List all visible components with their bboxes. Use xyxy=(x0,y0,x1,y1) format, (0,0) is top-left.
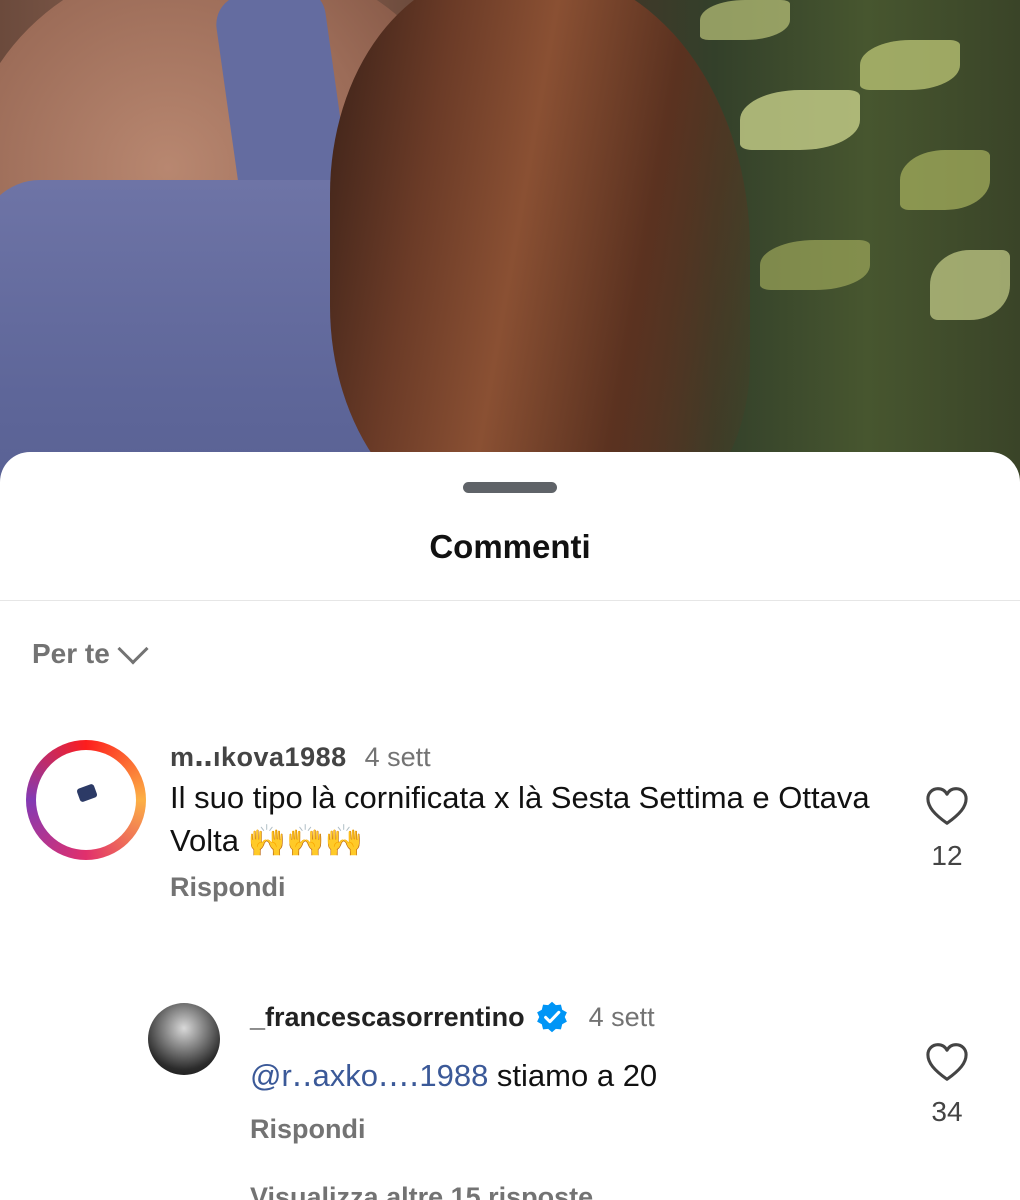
photo-leaf xyxy=(700,0,790,40)
comment-username[interactable]: m‥ıkova1988 xyxy=(170,742,347,773)
comments-sheet: Commenti Per te m‥ıkova1988 4 sett Il su… xyxy=(0,452,1020,1200)
sheet-drag-handle[interactable] xyxy=(463,482,557,493)
comment-time: 4 sett xyxy=(588,1001,655,1032)
photo-leaf xyxy=(860,40,960,90)
chevron-down-icon xyxy=(117,633,149,665)
reply-button[interactable]: Rispondi xyxy=(170,872,286,903)
like-count: 34 xyxy=(931,1096,963,1127)
sheet-title: Commenti xyxy=(429,528,591,565)
post-background-image xyxy=(0,0,1020,500)
reply-comment-item: _francescasorrentino 4 sett @r‥axko‥‥198… xyxy=(0,1000,1020,1160)
verified-badge-icon xyxy=(536,1001,567,1033)
like-count: 12 xyxy=(931,840,963,871)
mention-link[interactable]: @r‥axko‥‥1988 xyxy=(250,1058,488,1093)
heart-outline-icon xyxy=(926,1043,968,1081)
photo-leaf xyxy=(930,250,1010,320)
photo-hair xyxy=(330,0,750,500)
comment-meta: _francescasorrentino 4 sett xyxy=(250,1000,655,1034)
view-more-replies-button[interactable]: Visualizza altre 15 risposte xyxy=(250,1182,593,1200)
comment-username[interactable]: _francescasorrentino xyxy=(250,1002,525,1033)
reply-button[interactable]: Rispondi xyxy=(250,1114,366,1145)
avatar[interactable] xyxy=(148,1003,220,1075)
photo-leaf xyxy=(900,150,990,210)
heart-outline-icon xyxy=(926,787,968,825)
sort-label: Per te xyxy=(32,638,110,669)
comment-text: Il suo tipo là cornificata x là Sesta Se… xyxy=(170,780,870,858)
comment-time: 4 sett xyxy=(364,742,431,772)
like-button[interactable]: 34 xyxy=(917,1042,977,1128)
photo-leaf xyxy=(760,240,870,290)
comment-body: stiamo a 20 xyxy=(488,1058,658,1093)
photo-leaf xyxy=(740,90,860,150)
header-divider xyxy=(0,600,1020,601)
comment-text: @r‥axko‥‥1988 stiamo a 20 xyxy=(250,1054,657,1097)
sort-dropdown[interactable]: Per te xyxy=(32,633,149,670)
avatar[interactable] xyxy=(36,750,136,850)
comment-meta: m‥ıkova1988 4 sett xyxy=(170,742,431,773)
comment-item: m‥ıkova1988 4 sett Il suo tipo là cornif… xyxy=(0,732,1020,932)
like-button[interactable]: 12 xyxy=(917,786,977,872)
